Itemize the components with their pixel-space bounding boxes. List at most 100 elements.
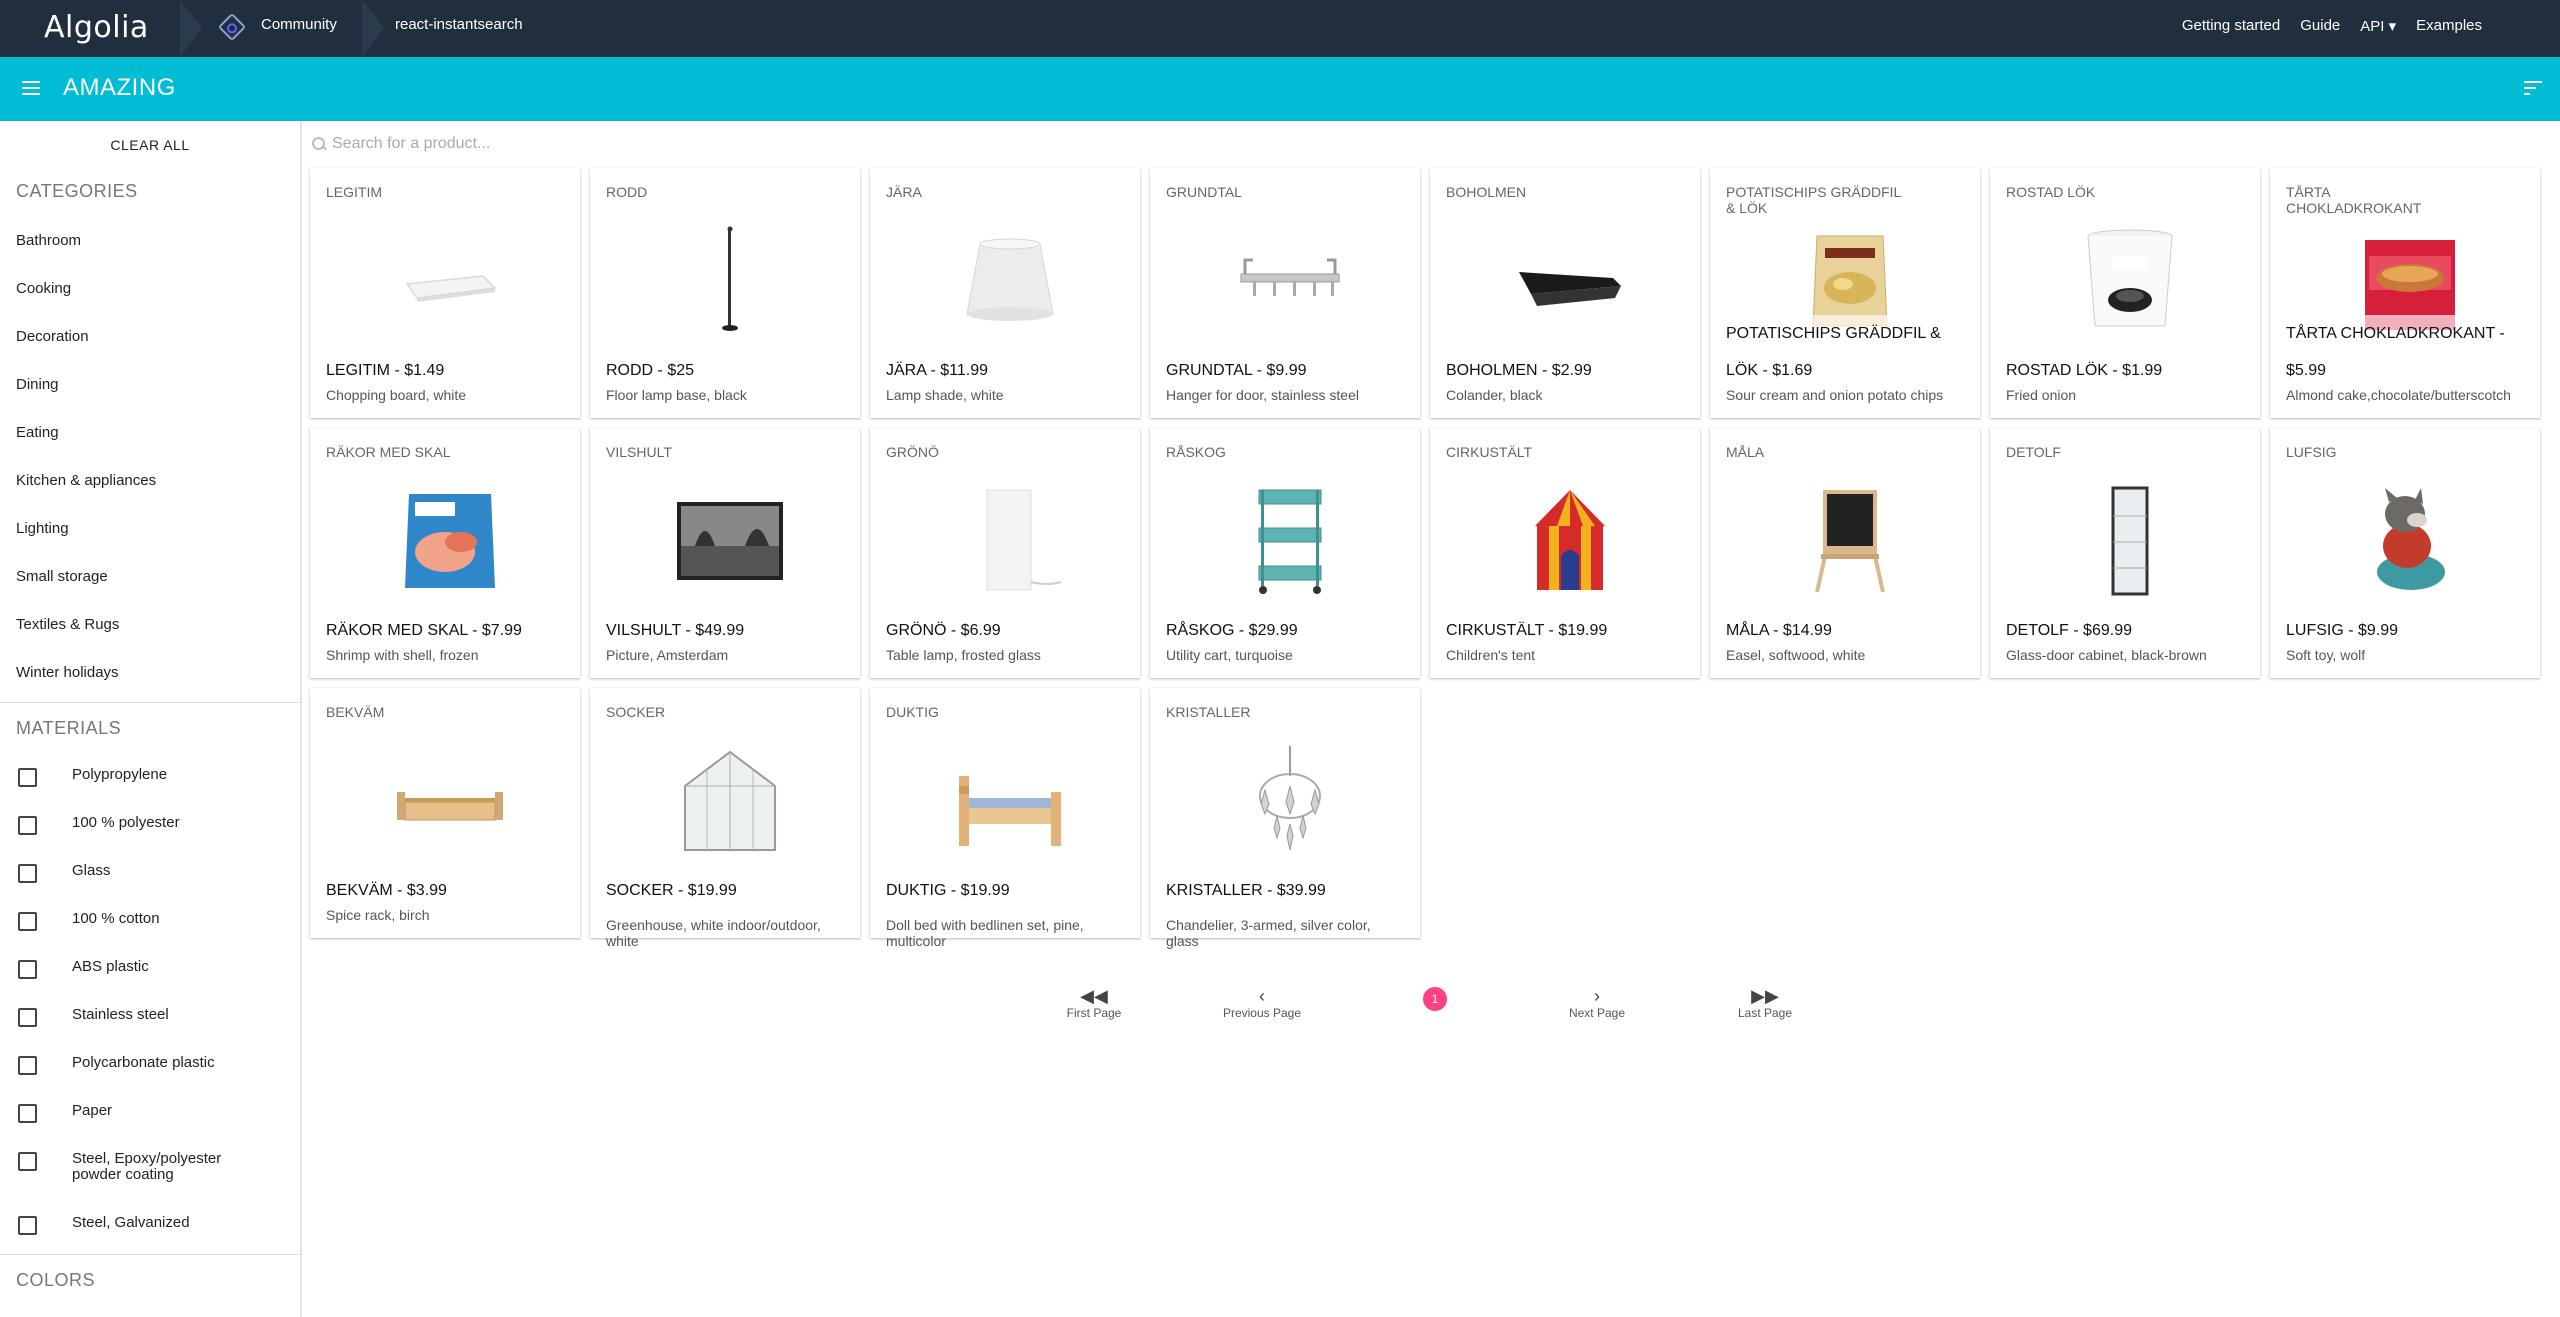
material-filter[interactable]: Steel, Galvanized [18,1215,252,1235]
material-filter[interactable]: Polycarbonate plastic [18,1055,252,1075]
filter-sidebar: CLEAR ALL CATEGORIES Bathroom Cooking De… [0,121,302,1317]
category-item[interactable]: Winter holidays [16,664,119,681]
material-filter[interactable]: ABS plastic [18,959,252,979]
product-name: KRISTALLER [1166,704,1251,720]
category-item[interactable]: Dining [16,376,59,393]
material-checkbox[interactable] [18,1152,37,1171]
breadcrumb-community[interactable]: Community [261,16,337,33]
material-label: Paper [72,1102,113,1119]
product-card[interactable]: GRÖNÖ GRÖNÖ - $6.99 Table lamp, frosted … [870,428,1140,678]
category-item[interactable]: Cooking [16,280,71,297]
breadcrumb-react-instantsearch[interactable]: react-instantsearch [395,16,523,33]
last-page-icon: ▶▶ [1751,986,1779,1006]
product-description: Glass-door cabinet, black-brown [2006,647,2207,663]
sort-icon[interactable] [2524,81,2544,97]
material-filter[interactable]: 100 % cotton [18,911,252,931]
material-checkbox[interactable] [18,1104,37,1123]
material-checkbox[interactable] [18,1216,37,1235]
product-card[interactable]: CIRKUSTÄLT CIRKUSTÄLT - $19.99 Children'… [1430,428,1700,678]
algolia-logo[interactable]: Algolia [44,10,149,45]
glass-cabinet-icon [2075,486,2185,596]
material-checkbox[interactable] [18,1056,37,1075]
product-card[interactable]: BOHOLMEN BOHOLMEN - $2.99 Colander, blac… [1430,168,1700,418]
material-filter[interactable]: Paper [18,1103,252,1123]
previous-page-button[interactable]: ‹ Previous Page [1214,986,1310,1020]
onion-tub-icon [2075,226,2185,336]
product-card[interactable]: TÅRTA CHOKLADKROKANT TÅRTA CHOKLADKROKAN… [2270,168,2540,418]
hamburger-menu-icon[interactable] [22,81,40,95]
product-price: MÅLA - $14.99 [1726,622,1832,639]
breadcrumb-separator [180,0,202,57]
category-item[interactable]: Decoration [16,328,89,345]
current-page-indicator[interactable]: 1 [1423,987,1447,1011]
material-filter[interactable]: Polypropylene [18,767,252,787]
product-name: RÄKOR MED SKAL [326,444,451,460]
product-name: RODD [606,184,648,200]
chevron-left-icon: ‹ [1259,986,1265,1006]
product-price: CIRKUSTÄLT - $19.99 [1446,622,1608,639]
category-item[interactable]: Kitchen & appliances [16,472,156,489]
product-card[interactable]: LUFSIG LUFSIG - $9.99 Soft toy, wolf [2270,428,2540,678]
product-card[interactable]: RÄKOR MED SKAL RÄKOR MED SKAL - $7.99 Sh… [310,428,580,678]
door-hanger-icon [1235,226,1345,336]
category-item[interactable]: Lighting [16,520,69,537]
product-card[interactable]: RÅSKOG RÅSKOG - $29.99 Utility cart, tur… [1150,428,1420,678]
product-card[interactable]: RODD RODD - $25 Floor lamp base, black [590,168,860,418]
material-checkbox[interactable] [18,960,37,979]
product-card[interactable]: SOCKER SOCKER - $19.99 Greenhouse, white… [590,688,860,949]
material-filter[interactable]: Glass [18,863,252,883]
next-page-button[interactable]: › Next Page [1560,986,1634,1020]
product-name: GRÖNÖ [886,444,939,460]
product-card[interactable]: MÅLA MÅLA - $14.99 Easel, softwood, whit… [1710,428,1980,678]
product-card[interactable]: KRISTALLER KRISTALLER - $39.99 Chandelie… [1150,688,1420,949]
category-item[interactable]: Textiles & Rugs [16,616,119,633]
search-input[interactable] [332,135,832,153]
material-filter[interactable]: Stainless steel [18,1007,252,1027]
last-page-button[interactable]: ▶▶ Last Page [1730,986,1800,1020]
product-description: Spice rack, birch [326,907,430,923]
product-card[interactable]: GRUNDTAL GRUNDTAL - $9.99 Hanger for doo… [1150,168,1420,418]
category-item[interactable]: Small storage [16,568,108,585]
product-price: RÅSKOG - $29.99 [1166,622,1298,639]
product-card[interactable]: JÄRA JÄRA - $11.99 Lamp shade, white [870,168,1140,418]
material-checkbox[interactable] [18,768,37,787]
material-checkbox[interactable] [18,864,37,883]
product-card[interactable]: VILSHULT VILSHULT - $49.99 Picture, Amst… [590,428,860,678]
product-name: TÅRTA CHOKLADKROKANT [2286,184,2422,216]
chopping-board-icon [395,226,505,336]
spice-rack-icon [395,746,505,856]
product-card[interactable]: BEKVÄM BEKVÄM - $3.99 Spice rack, birch [310,688,580,938]
product-card[interactable]: LEGITIM LEGITIM - $1.49 Chopping board, … [310,168,580,418]
product-name: BOHOLMEN [1446,184,1527,200]
first-page-button[interactable]: ◀◀ First Page [1058,986,1130,1020]
clear-all-button[interactable]: CLEAR ALL [0,137,300,153]
product-description: Table lamp, frosted glass [886,647,1041,663]
material-filter[interactable]: 100 % polyester [18,815,252,835]
category-item[interactable]: Bathroom [16,232,81,249]
product-name: DETOLF [2006,444,2061,460]
product-price: BEKVÄM - $3.99 [326,882,447,899]
doll-bed-icon [955,746,1065,856]
nav-link-guide[interactable]: Guide [2300,17,2340,35]
floor-lamp-icon [675,226,785,336]
category-item[interactable]: Eating [16,424,59,441]
product-description: Utility cart, turquoise [1166,647,1293,663]
material-checkbox[interactable] [18,816,37,835]
product-card[interactable]: ROSTAD LÖK ROSTAD LÖK - $1.99 Fried onio… [1990,168,2260,418]
nav-link-getting-started[interactable]: Getting started [2182,17,2280,35]
nav-link-api[interactable]: API ▾ [2360,17,2396,35]
material-label: Glass [72,862,111,879]
product-card[interactable]: DUKTIG DUKTIG - $19.99 Doll bed with bed… [870,688,1140,949]
product-description: Almond cake,chocolate/butterscotch [2286,387,2511,403]
material-checkbox[interactable] [18,1008,37,1027]
product-card[interactable]: DETOLF DETOLF - $69.99 Glass-door cabine… [1990,428,2260,678]
material-filter[interactable]: Steel, Epoxy/polyester powder coating [18,1151,252,1183]
material-checkbox[interactable] [18,912,37,931]
nav-link-examples[interactable]: Examples [2416,17,2482,35]
chevron-right-icon: › [1594,986,1600,1006]
material-label: Steel, Galvanized [72,1214,190,1231]
product-price: GRUNDTAL - $9.99 [1166,362,1307,379]
app-title: AMAZING [63,74,176,101]
product-card[interactable]: POTATISCHIPS GRÄDDFIL & LÖK POTATISCHIPS… [1710,168,1980,418]
product-price: DETOLF - $69.99 [2006,622,2132,639]
